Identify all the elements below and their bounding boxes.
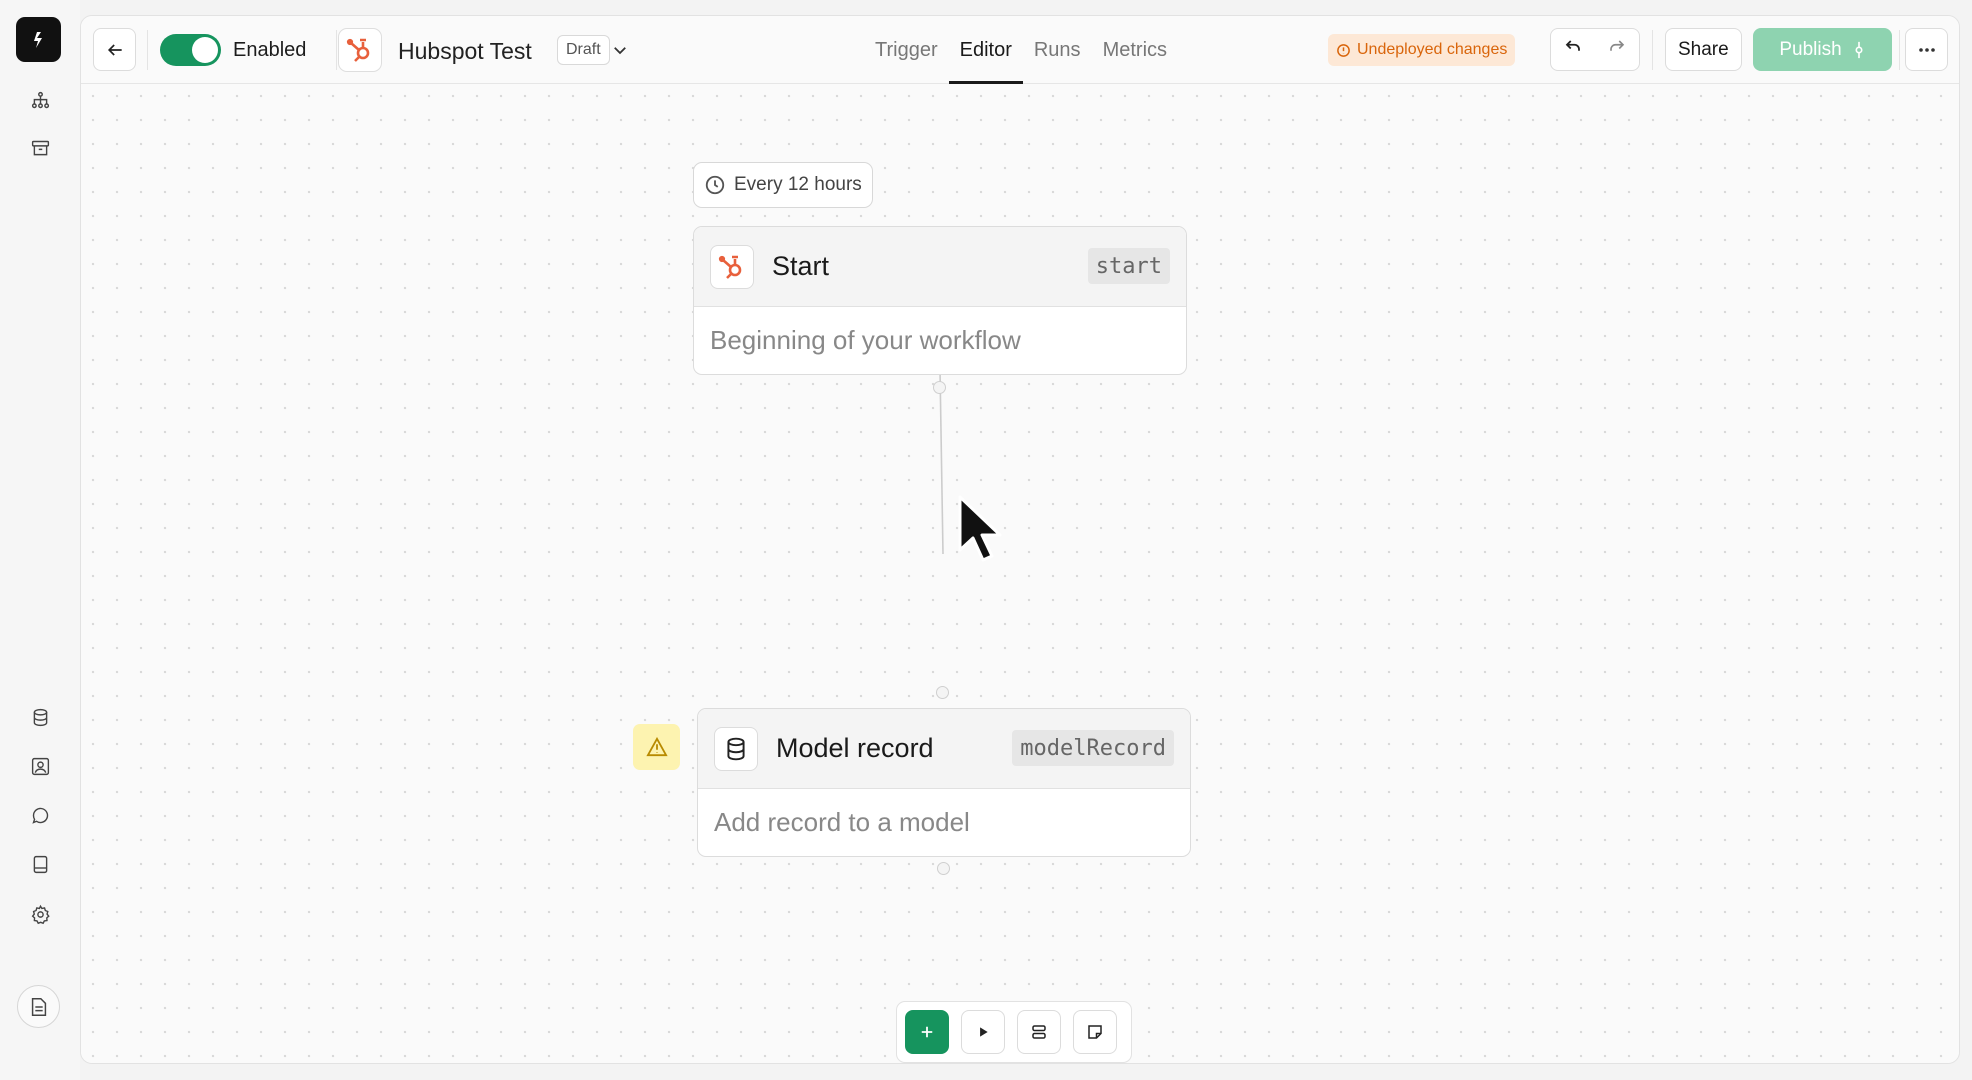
node-title: Start <box>772 251 830 281</box>
tab-editor[interactable]: Editor <box>948 16 1024 84</box>
workflow-canvas[interactable]: Every 12 hours Start start Beginning of … <box>81 84 1959 1063</box>
model-record-node-header: Model record modelRecord <box>698 709 1190 789</box>
model-record-input-handle[interactable] <box>936 686 949 699</box>
back-arrow-icon <box>107 43 122 56</box>
share-button[interactable]: Share <box>1665 28 1742 71</box>
node-key: modelRecord <box>1012 730 1174 766</box>
tab-metrics[interactable]: Metrics <box>1092 16 1178 84</box>
play-icon <box>980 1027 988 1037</box>
warning-badge[interactable] <box>633 724 680 770</box>
model-record-output-handle[interactable] <box>937 862 950 875</box>
undeployed-label: Undeployed changes <box>1357 41 1508 58</box>
archive-icon[interactable] <box>21 129 59 167</box>
chevron-down-icon <box>614 47 626 55</box>
workflow-tree-icon[interactable] <box>21 81 59 119</box>
tab-trigger[interactable]: Trigger <box>864 16 949 84</box>
node-title: Model record <box>776 733 934 763</box>
note-icon <box>1088 1025 1102 1039</box>
status-badge: Draft <box>557 35 610 65</box>
undo-redo-group <box>1550 28 1640 71</box>
database-icon <box>714 726 758 771</box>
enabled-toggle[interactable] <box>160 34 221 66</box>
enabled-label: Enabled <box>233 39 307 61</box>
tab-runs[interactable]: Runs <box>1023 16 1092 84</box>
hubspot-icon <box>710 244 754 289</box>
undeployed-changes-badge: Undeployed changes <box>1328 34 1516 66</box>
docs-icon[interactable] <box>17 985 60 1028</box>
undo-icon <box>1565 40 1580 51</box>
list-icon <box>1032 1025 1046 1039</box>
toggle-switch[interactable] <box>160 34 221 66</box>
contact-icon[interactable] <box>21 747 59 785</box>
commit-icon <box>1855 41 1863 58</box>
more-options-button[interactable] <box>1905 28 1948 71</box>
model-record-node[interactable]: Model record modelRecord Add record to a… <box>697 708 1191 857</box>
top-bar: Enabled Hubspot Test Draft Trigger Edito… <box>81 16 1959 84</box>
info-icon <box>1337 43 1350 57</box>
clock-icon <box>705 175 725 195</box>
redo-icon <box>1610 40 1625 51</box>
add-note-button[interactable] <box>1073 1010 1117 1054</box>
start-node[interactable]: Start start Beginning of your workflow <box>693 226 1187 375</box>
app-logo-icon[interactable] <box>16 17 61 62</box>
node-description: Beginning of your workflow <box>710 325 1021 355</box>
plus-icon <box>921 1026 933 1038</box>
more-icon <box>1918 47 1935 52</box>
run-button[interactable] <box>961 1010 1005 1054</box>
chat-icon[interactable] <box>21 796 59 834</box>
layout-button[interactable] <box>1017 1010 1061 1054</box>
publish-label: Publish <box>1779 38 1842 60</box>
workflow-editor: Enabled Hubspot Test Draft Trigger Edito… <box>80 15 1960 1064</box>
left-rail <box>0 0 80 1080</box>
workflow-title: Hubspot Test <box>398 38 532 64</box>
publish-button[interactable]: Publish <box>1753 28 1892 71</box>
book-icon[interactable] <box>21 845 59 883</box>
view-tabs: Trigger Editor Runs Metrics <box>864 16 1178 84</box>
redo-button[interactable] <box>1608 38 1626 61</box>
node-key: start <box>1087 248 1170 284</box>
database-icon[interactable] <box>21 698 59 736</box>
undo-button[interactable] <box>1564 38 1582 61</box>
start-node-header: Start start <box>694 227 1186 307</box>
back-button[interactable] <box>93 28 136 71</box>
add-node-button[interactable] <box>905 1010 949 1054</box>
node-description: Add record to a model <box>714 807 970 837</box>
schedule-label: Every 12 hours <box>734 174 862 195</box>
hubspot-icon <box>338 28 382 72</box>
mouse-cursor-icon <box>958 495 1002 562</box>
status-dropdown[interactable] <box>611 41 629 59</box>
start-node-output-handle[interactable] <box>933 381 946 394</box>
canvas-toolbar <box>896 1001 1132 1063</box>
schedule-trigger-pill[interactable]: Every 12 hours <box>693 162 873 208</box>
gear-icon[interactable] <box>21 895 59 933</box>
warning-icon <box>645 737 668 757</box>
